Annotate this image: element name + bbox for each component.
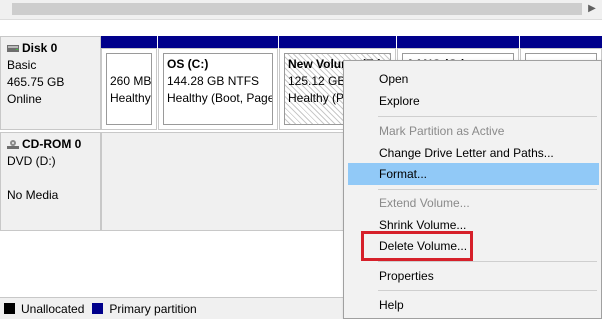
partition-title: OS (C:)	[167, 57, 209, 71]
menu-item-mark-active: Mark Partition as Active	[379, 124, 505, 138]
legend-item-unallocated: Unallocated	[4, 302, 84, 316]
cdrom0-name: CD-ROM 0	[22, 137, 82, 151]
scrollbar-thumb[interactable]	[12, 3, 582, 15]
partition-cap	[520, 36, 602, 48]
disk0-name: Disk 0	[22, 41, 58, 55]
menu-item-format[interactable]: Format...	[348, 163, 599, 185]
disk0-info-panel[interactable]: Disk 0 Basic 465.75 GB Online	[0, 36, 101, 130]
delete-volume-highlight-box	[361, 231, 473, 261]
primary-partition-swatch-icon	[92, 303, 104, 314]
menu-separator	[378, 189, 597, 190]
disk0-status: Online	[7, 92, 42, 106]
unallocated-swatch-icon	[4, 303, 15, 314]
partition-size: 144.28 GB NTFS	[167, 74, 260, 88]
hard-disk-icon	[7, 45, 19, 52]
partition-body: OS (C:) 144.28 GB NTFS Healthy (Boot, Pa…	[158, 48, 278, 130]
partition-cap	[397, 36, 519, 48]
disk0-size: 465.75 GB	[7, 75, 65, 89]
scroll-right-arrow-icon[interactable]: ▶	[586, 3, 598, 15]
horizontal-scrollbar[interactable]: ▶	[0, 0, 602, 20]
cdrom0-drive: DVD (D:)	[7, 154, 56, 168]
menu-item-properties[interactable]: Properties	[348, 265, 599, 287]
partition-size: 260 MB	[110, 74, 152, 88]
partition-status: Healthy (Boot, Page	[167, 91, 273, 105]
menu-item-help[interactable]: Help	[348, 294, 599, 316]
partition-cap	[279, 36, 396, 48]
legend-label-primary: Primary partition	[109, 301, 197, 316]
context-menu: Open Explore Mark Partition as Active Ch…	[343, 60, 602, 319]
partition-system[interactable]: 260 MB Healthy	[101, 36, 157, 130]
menu-item-extend-volume: Extend Volume...	[379, 196, 470, 210]
menu-separator	[378, 290, 597, 291]
disk0-type: Basic	[7, 58, 37, 72]
cdrom-icon	[7, 140, 19, 149]
menu-item-open[interactable]: Open	[348, 68, 599, 90]
cdrom0-status: No Media	[7, 188, 59, 202]
menu-item-explore[interactable]: Explore	[348, 90, 599, 112]
partition-inner: OS (C:) 144.28 GB NTFS Healthy (Boot, Pa…	[163, 53, 273, 125]
cdrom0-header: CD-ROM 0	[7, 136, 94, 153]
partition-inner: 260 MB Healthy	[106, 53, 152, 125]
partition-status: Healthy	[110, 91, 151, 105]
menu-item-change-drive-letter[interactable]: Change Drive Letter and Paths...	[348, 142, 599, 164]
legend-item-primary: Primary partition	[92, 301, 197, 316]
partition-cap	[158, 36, 278, 48]
disk0-header: Disk 0	[7, 40, 94, 57]
legend-label-unallocated: Unallocated	[21, 301, 85, 316]
partition-cap	[101, 36, 157, 48]
partition-os-c[interactable]: OS (C:) 144.28 GB NTFS Healthy (Boot, Pa…	[158, 36, 278, 130]
cdrom0-info-panel[interactable]: CD-ROM 0 DVD (D:) No Media	[0, 132, 101, 231]
partition-body: 260 MB Healthy	[101, 48, 157, 130]
menu-separator	[378, 116, 597, 117]
menu-separator	[378, 261, 597, 262]
